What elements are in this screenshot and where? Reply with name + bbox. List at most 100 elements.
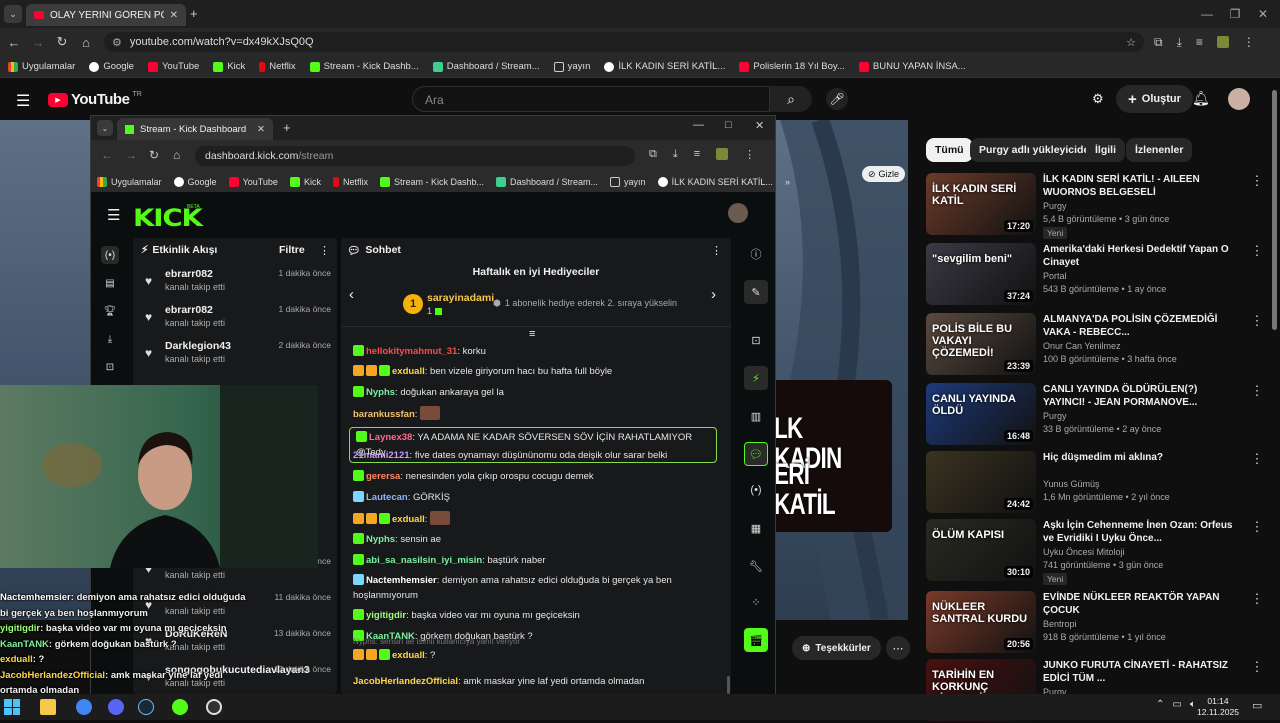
chat-message[interactable]: yigitigdir: başka video var mı oyuna mı … [353, 608, 725, 623]
back-button[interactable]: ← [2, 30, 26, 54]
video-thumbnail[interactable]: NÜKLEER SANTRAL KURDU 20:56 [926, 591, 1036, 653]
recommendation-card[interactable]: CANLI YAYINDA ÖLDÜ 16:48 CANLI YAYINDA ÖLD… [924, 383, 1264, 447]
bookmark-star-icon[interactable]: ☆ [1126, 36, 1136, 49]
chat-message[interactable]: gerersa: nenesinden yola çıkıp orospu co… [353, 469, 725, 484]
chip-watched[interactable]: İzlenenler [1126, 138, 1193, 162]
recommendation-card[interactable]: 24:42 Hiç düşmedim mi aklına? Yunus Gümüş 1… [924, 451, 1264, 515]
recommendation-card[interactable]: İLK KADIN SERİ KATİL 17:20 İLK KADIN SERİ … [924, 173, 1264, 239]
more-bookmarks-icon[interactable]: » [785, 177, 790, 187]
avatar[interactable] [1228, 88, 1250, 110]
file-explorer-icon[interactable] [40, 699, 56, 715]
bookmark-dashboard[interactable]: Dashboard / Stream... [496, 177, 598, 187]
chat-username[interactable]: exduall [392, 366, 425, 377]
clock[interactable]: 01:14 12.11.2025 [1196, 696, 1240, 718]
video-thumbnail[interactable]: POLİS BİLE BU VAKAYI ÇÖZEMEDİ! 23:39 [926, 313, 1036, 375]
activity-more-icon[interactable]: ⋮ [319, 244, 330, 257]
video-thumbnail[interactable]: CANLI YAYINDA ÖLDÜ 16:48 [926, 383, 1036, 445]
activity-item[interactable]: ♥ ebrarr082 kanalı takip etti 1 dakika önce [141, 304, 331, 338]
thanks-button[interactable]: ⊕ Teşekkürler [792, 636, 881, 660]
chat-username[interactable]: barankussfan [353, 409, 415, 420]
video-menu-icon[interactable]: ⋮ [1250, 659, 1264, 675]
pause-chat-icon[interactable]: ≡ [529, 328, 535, 340]
chat-username[interactable]: exduall [392, 650, 425, 661]
chat-message[interactable]: exduall: ben vizele giriyorum hacı bu ha… [353, 364, 725, 379]
bookmark-google[interactable]: Google [173, 177, 217, 187]
chat-username[interactable]: abi_sa_nasilsin_iyi_misin [366, 555, 482, 566]
notifications-tray-icon[interactable]: ▭ [1252, 699, 1262, 712]
activity-username[interactable]: ebrarr082 [165, 304, 213, 316]
tray-expand-icon[interactable]: ⌃ [1156, 699, 1164, 710]
bookmark-apps[interactable]: Uygulamalar [8, 61, 75, 72]
extensions-icon[interactable]: ⧉ [649, 148, 657, 161]
video-menu-icon[interactable]: ⋮ [1250, 519, 1264, 535]
kick-app-icon[interactable] [172, 699, 188, 715]
volume-icon[interactable]: 🔈︎ [1190, 699, 1196, 710]
bookmark-dashboard[interactable]: Dashboard / Stream... [432, 61, 540, 72]
dashboard-icon[interactable]: ▤ [101, 274, 119, 292]
cast-icon[interactable]: ⚙ [1092, 91, 1104, 107]
close-window-button[interactable]: ✕ [1246, 0, 1280, 28]
chat-username[interactable]: 21mami2121 [353, 450, 410, 461]
download-icon[interactable]: ⤓ [673, 148, 678, 161]
close-tab-icon[interactable]: ✕ [257, 124, 265, 135]
bookmark-youtube[interactable]: YouTube [147, 61, 199, 72]
bookmark-stream-kick[interactable]: Stream - Kick Dashb... [379, 177, 484, 187]
layout-icon[interactable]: ▦ [744, 516, 768, 540]
inner-address-bar[interactable]: dashboard.kick.com/stream [195, 146, 635, 166]
chrome-icon[interactable] [76, 699, 92, 715]
recommendation-card[interactable]: "sevgilim beni" 37:24 Amerika'daki Herkesi… [924, 243, 1264, 307]
forward-button[interactable]: → [26, 30, 50, 54]
activity-item[interactable]: ♥ Darklegion43 kanalı takip etti 2 dakika ö… [141, 340, 331, 374]
chat-message[interactable]: JacobHerlandezOfficial: amk maskar yine … [353, 674, 725, 689]
inner-home-button[interactable]: ⌂ [173, 148, 180, 162]
download-icon[interactable]: ⤓ [1177, 35, 1182, 50]
capture-icon[interactable]: ⊡ [744, 328, 768, 352]
bookmark-apps[interactable]: Uygulamalar [97, 177, 162, 187]
chat-username[interactable]: exduall [392, 514, 425, 525]
video-menu-icon[interactable]: ⋮ [1250, 383, 1264, 399]
chat-username[interactable]: Laynex38 [369, 432, 412, 443]
bookmark-kick[interactable]: Kick [213, 61, 245, 72]
broadcast-icon[interactable]: (•) [744, 478, 768, 502]
chat-toggle-icon[interactable]: 💬︎ [744, 442, 768, 466]
site-info-icon[interactable]: ⚙ [112, 36, 122, 49]
chat-message[interactable]: abi_sa_nasilsin_iyi_misin: baştürk naber [353, 553, 725, 568]
trophy-icon[interactable]: 🏆︎ [101, 302, 119, 320]
video-title[interactable]: ALMANYA'DA POLİSİN ÇÖZEMEDİĞİ VAKA - REB… [1043, 313, 1238, 339]
filter-button[interactable]: Filtre [279, 244, 305, 256]
channel-name[interactable]: Purgy [1043, 411, 1067, 421]
chat-message[interactable]: Nyphs: doğukan ankaraya gel la [353, 385, 725, 400]
profile-icon[interactable] [716, 148, 729, 160]
inner-minimize-button[interactable]: — [693, 119, 704, 131]
bookmark-kick[interactable]: Kick [289, 177, 321, 187]
search-button[interactable]: ⌕ [770, 86, 812, 112]
new-tab-button[interactable]: + [190, 6, 198, 21]
inner-tab-search-button[interactable]: ⌄ [97, 120, 113, 136]
inner-reload-button[interactable]: ↻ [149, 148, 159, 162]
document-icon[interactable]: ▥ [744, 404, 768, 428]
inner-close-button[interactable]: ✕ [755, 119, 764, 132]
chip-from-uploader[interactable]: Purgy adlı yükleyiciden [970, 138, 1105, 162]
bookmark-ilk-kadin[interactable]: İLK KADIN SERİ KATİL... [657, 177, 773, 187]
top-gifter-name[interactable]: sarayinadami [427, 292, 494, 304]
youtube-logo[interactable]: ▶ YouTube TR [48, 91, 142, 108]
download-icon[interactable]: ⤓ [101, 330, 119, 348]
video-menu-icon[interactable]: ⋮ [1250, 313, 1264, 329]
more-actions-button[interactable]: ⋯ [886, 636, 910, 660]
channel-name[interactable]: Purgy [1043, 201, 1067, 211]
recommendation-card[interactable]: NÜKLEER SANTRAL KURDU 20:56 EVİNDE NÜKLEER… [924, 591, 1264, 655]
recommendation-card[interactable]: ÖLÜM KAPISI 30:10 Aşkı İçin Cehenneme İnen… [924, 519, 1264, 585]
channel-name[interactable]: Bentropi [1043, 619, 1077, 629]
create-button[interactable]: + Oluştur [1116, 85, 1193, 113]
chat-username[interactable]: yigitigdir [366, 610, 406, 621]
video-thumbnail[interactable]: ÖLÜM KAPISI 30:10 [926, 519, 1036, 581]
kick-avatar[interactable] [728, 203, 748, 223]
chat-more-icon[interactable]: ⋮ [711, 244, 722, 257]
quick-actions-icon[interactable]: ⚡︎ [744, 366, 768, 390]
broadcast-icon[interactable]: (•) [101, 246, 119, 264]
chat-message[interactable]: hellokitymahmut_31: korku [353, 344, 725, 359]
video-title[interactable]: Amerika'daki Herkesi Dedektif Yapan O Ci… [1043, 243, 1238, 269]
chat-username[interactable]: Lautecan [366, 492, 408, 503]
bookmark-netflix[interactable]: Netflix [332, 177, 368, 187]
screen-icon[interactable]: ⊡ [101, 358, 119, 376]
